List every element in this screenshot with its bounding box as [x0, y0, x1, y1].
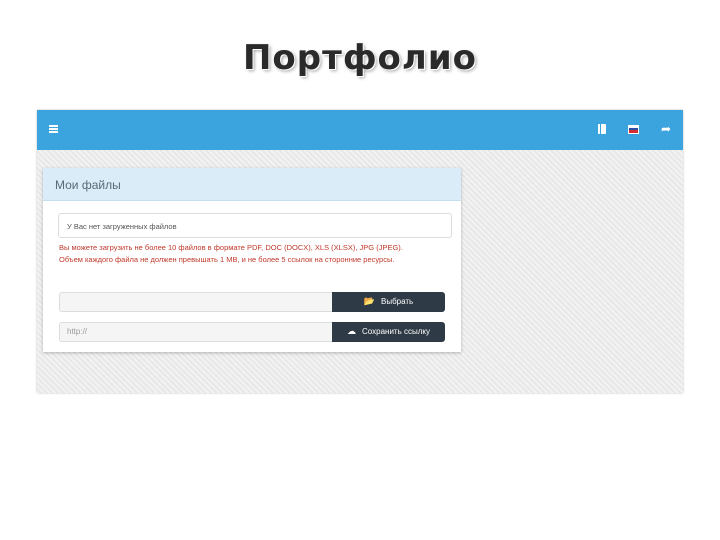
top-navbar: ➦: [37, 110, 683, 150]
russian-flag-icon[interactable]: [628, 125, 639, 134]
no-files-notice: У Вас нет загруженных файлов: [58, 213, 452, 238]
sign-out-icon[interactable]: ➦: [661, 122, 671, 136]
slide-title: Портфолио: [242, 38, 478, 78]
cloud-upload-icon: ☁: [347, 327, 356, 337]
panel-title: Мои файлы: [55, 178, 121, 192]
file-input[interactable]: [59, 292, 339, 312]
save-link-button-label: Сохранить ссылку: [362, 327, 430, 336]
my-files-panel: Мои файлы У Вас нет загруженных файлов В…: [43, 168, 461, 352]
choose-file-button[interactable]: 📂 Выбрать: [332, 292, 445, 312]
no-files-text: У Вас нет загруженных файлов: [67, 222, 177, 231]
choose-button-label: Выбрать: [380, 297, 414, 306]
folder-open-icon: 📂: [363, 297, 375, 307]
save-link-button[interactable]: ☁ Сохранить ссылку: [332, 322, 445, 342]
url-input[interactable]: http://: [59, 322, 339, 342]
app-screenshot: ➦ Мои файлы У Вас нет загруженных файлов…: [37, 110, 683, 393]
upload-hint-line-2: Объем каждого файла не должен превышать …: [59, 255, 395, 264]
book-icon[interactable]: [598, 124, 606, 134]
menu-icon[interactable]: [49, 125, 58, 133]
upload-hint-line-1: Вы можете загрузить не более 10 файлов в…: [59, 243, 403, 252]
